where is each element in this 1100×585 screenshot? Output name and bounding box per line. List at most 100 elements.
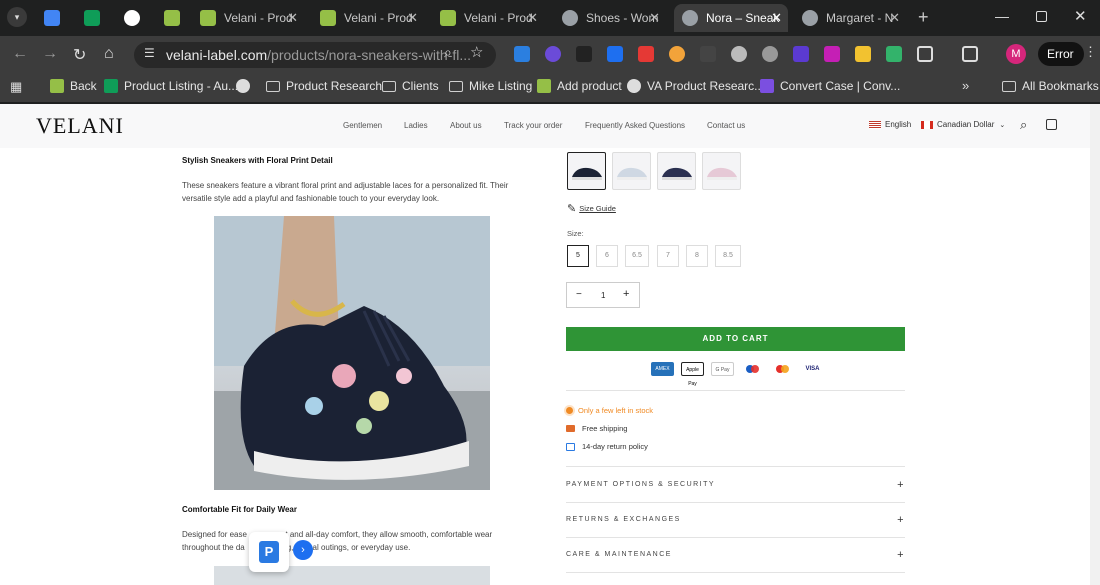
search-icon[interactable]: ⌕ — [1020, 117, 1027, 133]
yellow-ext-icon[interactable] — [855, 46, 871, 62]
color-swatch-black[interactable] — [567, 152, 606, 190]
divider — [566, 537, 905, 538]
quantity-decrease-button[interactable]: − — [576, 289, 582, 300]
quantity-value[interactable]: 1 — [601, 291, 605, 300]
size-option-6-5[interactable]: 6.5 — [625, 245, 649, 267]
purple-ext-icon[interactable] — [545, 46, 561, 62]
site-info-icon[interactable]: ☰ — [144, 46, 155, 60]
close-icon[interactable]: ✕ — [287, 10, 298, 26]
bookmark-mike-listing[interactable]: Mike Listing — [449, 79, 532, 93]
close-window-button[interactable]: ✕ — [1074, 7, 1087, 25]
tab-velani-3[interactable]: Velani - Prod ✕ — [432, 4, 544, 32]
magenta-download-ext-icon[interactable] — [824, 46, 840, 62]
menu-kebab-icon[interactable]: ⋮ — [1084, 44, 1097, 60]
tab-google[interactable] — [116, 4, 146, 32]
back-arrow-icon[interactable]: ← — [12, 45, 28, 63]
plane-ext-icon[interactable] — [700, 46, 716, 62]
accordion-care-maintenance[interactable]: CARE & MAINTENANCE + — [566, 549, 905, 561]
download-ext-icon[interactable] — [514, 46, 530, 62]
size-guide-link[interactable]: ✎ Size Guide — [567, 202, 616, 215]
nav-about-us[interactable]: About us — [450, 121, 482, 130]
error-button[interactable]: Error — [1038, 42, 1084, 66]
google-sheets-icon — [104, 79, 118, 93]
new-tab-button[interactable]: + — [918, 7, 929, 28]
nav-faq[interactable]: Frequently Asked Questions — [585, 121, 685, 130]
language-label: English — [885, 120, 912, 129]
nav-gentlemen[interactable]: Gentlemen — [343, 121, 382, 130]
address-bar[interactable]: ☰ velani-label.com/products/nora-sneaker… — [134, 42, 496, 68]
add-to-cart-button[interactable]: ADD TO CART — [566, 327, 905, 351]
color-swatch-navy[interactable] — [657, 152, 696, 190]
url-text[interactable]: velani-label.com/products/nora-sneakers-… — [166, 47, 471, 63]
pdf-ext-icon[interactable] — [793, 46, 809, 62]
language-selector[interactable]: English — [869, 120, 911, 129]
close-icon[interactable]: ✕ — [407, 10, 418, 26]
description-heading-2: Comfortable Fit for Daily Wear — [182, 505, 297, 514]
size-option-8-5[interactable]: 8.5 — [715, 245, 741, 267]
home-icon[interactable]: ⌂ — [104, 45, 114, 63]
close-icon[interactable]: ✕ — [527, 10, 538, 26]
quantity-increase-button[interactable]: + — [623, 288, 629, 300]
tab-velani-2[interactable]: Velani - Prod ✕ — [312, 4, 424, 32]
bookmark-clients[interactable]: Clients — [382, 79, 439, 93]
currency-selector[interactable]: Canadian Dollar ⌄ — [921, 120, 1005, 129]
tab-label: Margaret - N — [826, 11, 894, 25]
tab-docs[interactable] — [36, 4, 66, 32]
bookmark-product-listing[interactable]: Product Listing - Au... — [104, 79, 238, 93]
cart-bag-icon[interactable] — [1046, 119, 1057, 130]
apps-grid-icon[interactable]: ▦ — [10, 79, 22, 95]
close-icon[interactable]: ✕ — [771, 10, 782, 26]
tab-margaret[interactable]: Margaret - N ✕ — [794, 4, 906, 32]
accordion-payment-security[interactable]: PAYMENT OPTIONS & SECURITY + — [566, 479, 905, 491]
bookmark-back[interactable]: Back — [50, 79, 97, 93]
close-icon[interactable]: ✕ — [649, 10, 660, 26]
minimize-button[interactable]: — — [995, 8, 1009, 24]
tab-nora-active[interactable]: Nora – Sneak ✕ — [674, 4, 788, 32]
chevron-right-icon[interactable]: › — [293, 540, 313, 560]
accordion-returns-exchanges[interactable]: RETURNS & EXCHANGES + — [566, 514, 905, 526]
web-page: VELANI Gentlemen Ladies About us Track y… — [0, 104, 1100, 585]
nav-track-order[interactable]: Track your order — [504, 121, 562, 130]
forward-arrow-icon[interactable]: → — [42, 45, 58, 63]
restore-button[interactable] — [1036, 11, 1047, 22]
grey-ext-icon[interactable] — [762, 46, 778, 62]
zoom-search-icon[interactable]: ⌕ — [444, 44, 452, 61]
bookmark-globe[interactable] — [236, 79, 256, 93]
page-scrollbar[interactable] — [1090, 104, 1100, 585]
nav-contact-us[interactable]: Contact us — [707, 121, 745, 130]
tab-sheets[interactable] — [76, 4, 106, 32]
size-option-7[interactable]: 7 — [657, 245, 679, 267]
shipping-info: Free shipping — [566, 424, 627, 433]
bookmark-va-research[interactable]: VA Product Researc... — [627, 79, 764, 93]
tab-shopify[interactable] — [156, 4, 186, 32]
more-bookmarks-icon[interactable]: » — [962, 78, 969, 93]
extensions-puzzle-icon[interactable] — [917, 46, 933, 62]
red-ext-icon[interactable] — [638, 46, 654, 62]
size-option-8[interactable]: 8 — [686, 245, 708, 267]
size-option-6[interactable]: 6 — [596, 245, 618, 267]
color-swatch-pink[interactable] — [702, 152, 741, 190]
dark-ext-icon[interactable] — [576, 46, 592, 62]
tab-shoes[interactable]: Shoes - Wom ✕ — [554, 4, 666, 32]
bookmark-convert-case[interactable]: Convert Case | Conv... — [760, 79, 900, 93]
shopping-bag-app-widget[interactable]: P — [249, 532, 289, 572]
nav-ladies[interactable]: Ladies — [404, 121, 428, 130]
site-logo[interactable]: VELANI — [36, 113, 124, 139]
orange-ext-icon[interactable] — [669, 46, 685, 62]
shopify-icon — [440, 10, 456, 26]
tab-velani-1[interactable]: Velani - Prod ✕ — [192, 4, 304, 32]
multicolor-ext-icon[interactable] — [886, 46, 902, 62]
bookmark-add-product[interactable]: Add product — [537, 79, 622, 93]
reload-icon[interactable]: ↻ — [73, 45, 86, 65]
screenshot-icon[interactable] — [962, 46, 978, 62]
tab-search-button[interactable]: ▾ — [7, 7, 27, 27]
bookmark-product-research[interactable]: Product Research — [266, 79, 382, 93]
globe-ext-icon[interactable] — [731, 46, 747, 62]
close-icon[interactable]: ✕ — [889, 10, 900, 26]
size-option-5[interactable]: 5 — [567, 245, 589, 267]
bookmark-star-icon[interactable]: ☆ — [470, 43, 483, 61]
color-swatch-white[interactable] — [612, 152, 651, 190]
blue-p-ext-icon[interactable] — [607, 46, 623, 62]
all-bookmarks[interactable]: All Bookmarks — [1002, 79, 1099, 93]
profile-avatar[interactable]: M — [1006, 44, 1026, 64]
